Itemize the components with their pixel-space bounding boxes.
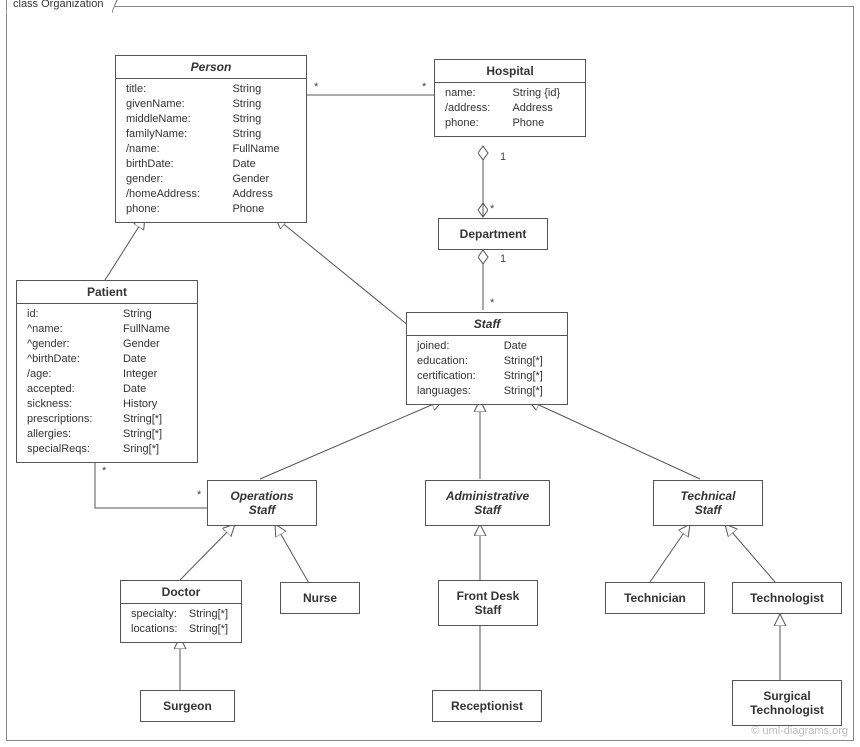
class-doctor-name: Doctor (121, 581, 241, 604)
class-technologist: Technologist (732, 582, 842, 614)
class-doctor-attrs: specialty:String[*]locations:String[*] (127, 607, 235, 637)
class-hospital: Hospital name:String {id}/address:Addres… (434, 59, 586, 137)
class-person: Person title:StringgivenName:Stringmiddl… (115, 55, 307, 223)
class-receptionist: Receptionist (432, 690, 542, 722)
class-adminstaff: AdministrativeStaff (425, 480, 550, 526)
watermark: © uml-diagrams.org (751, 725, 848, 737)
class-patient: Patient id:String^name:FullName^gender:G… (16, 280, 198, 463)
class-technician: Technician (605, 582, 705, 614)
class-opsstaff: OperationsStaff (207, 480, 317, 526)
class-patient-name: Patient (17, 281, 197, 304)
class-surgeon: Surgeon (140, 690, 235, 722)
class-staff-name: Staff (407, 313, 567, 336)
class-hospital-attrs: name:String {id}/address:Addressphone:Ph… (441, 86, 579, 131)
class-person-attrs: title:StringgivenName:StringmiddleName:S… (122, 82, 300, 217)
class-doctor: Doctor specialty:String[*]locations:Stri… (120, 580, 242, 643)
class-person-name: Person (116, 56, 306, 79)
class-staff-attrs: joined:Dateeducation:String[*]certificat… (413, 339, 561, 399)
class-patient-attrs: id:String^name:FullName^gender:Gender^bi… (23, 307, 191, 457)
class-department: Department (438, 218, 548, 250)
class-hospital-name: Hospital (435, 60, 585, 83)
class-nurse: Nurse (280, 582, 360, 614)
class-frontdesk: Front DeskStaff (438, 580, 538, 626)
class-techstaff: TechnicalStaff (653, 480, 763, 526)
class-staff: Staff joined:Dateeducation:String[*]cert… (406, 312, 568, 405)
frame-label: class Organization (6, 0, 113, 13)
class-surgtech: SurgicalTechnologist (732, 680, 842, 726)
